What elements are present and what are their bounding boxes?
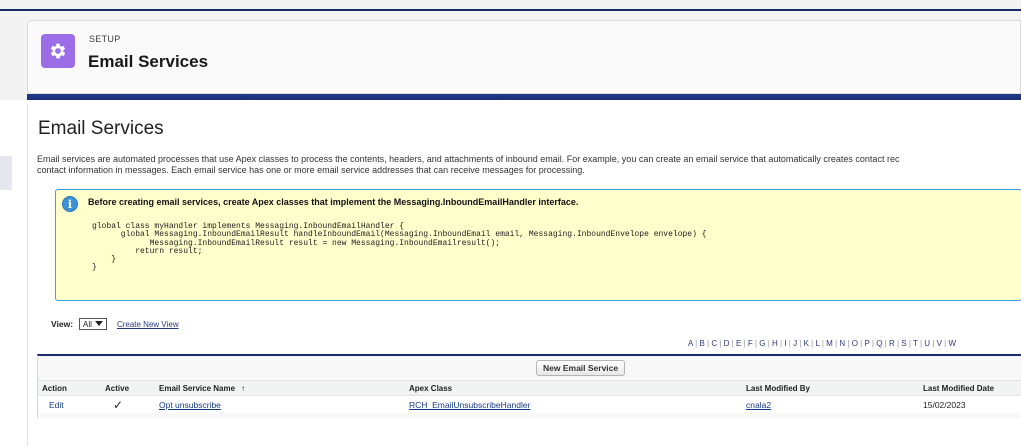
col-apex-class[interactable]: Apex Class [409,381,452,395]
list-button-row: New Email Service [38,360,1021,376]
col-email-service-name[interactable]: Email Service Name ↑ [159,381,245,395]
col-last-modified-by[interactable]: Last Modified By [746,381,810,395]
info-message-box: i Before creating email services, create… [55,189,1021,301]
table-header: Action Active Email Service Name ↑ Apex … [38,380,1021,396]
header-title: Email Services [88,52,209,71]
info-icon: i [62,196,78,212]
code-sample: global class myHandler implements Messag… [92,222,707,273]
sort-asc-icon: ↑ [241,383,246,393]
alphabet-letter-w[interactable]: W [948,339,956,348]
email-service-name-link[interactable]: Opt unsubscribe [159,396,221,413]
new-email-service-button[interactable]: New Email Service [536,360,626,376]
view-label: View: [51,319,74,329]
chevron-down-icon [94,321,103,326]
alphabet-filter: A | B | C | D | E | F | G | H | I | J | … [688,339,956,348]
description-line-1: Email services are automated processes t… [37,154,900,164]
description-line-2: contact information in messages. Each em… [37,165,585,175]
setup-gear-tile [41,34,75,68]
active-check-icon: ✓ [113,397,124,412]
modified-by-link[interactable]: cnala2 [746,396,771,413]
edit-link[interactable]: Edit [49,396,64,413]
col-action: Action [42,383,67,393]
view-filter-row: View: All Create New View [51,318,179,330]
email-services-list: New Email Service Action Active Email Se… [37,354,1021,418]
col-last-modified-date[interactable]: Last Modified Date [923,381,994,395]
gear-icon [50,43,66,59]
col-active: Active [105,383,130,393]
view-select-value: All [83,319,92,329]
alphabet-letter-m[interactable]: M [826,339,833,348]
info-heading: Before creating email services, create A… [88,197,579,207]
page-header: SETUP Email Services [27,20,1021,94]
header-blue-bar [27,94,1021,100]
modified-date-value: 15/02/2023 [923,399,966,410]
table-row: Edit ✓ Opt unsubscribe RCH_EmailUnsubscr… [38,396,1021,413]
col-name-label: Email Service Name [159,383,236,393]
view-select[interactable]: All [79,318,107,330]
page-description: Email services are automated processes t… [37,154,1021,176]
create-new-view-link[interactable]: Create New View [117,320,179,329]
breadcrumb: SETUP [89,34,121,44]
top-accent-line [0,9,1021,11]
apex-class-link[interactable]: RCH_EmailUnsubscribeHandler [409,396,530,413]
left-edge-shade [0,156,12,190]
page-title: Email Services [38,118,164,139]
main-content: Email Services Email services are automa… [27,104,1021,446]
